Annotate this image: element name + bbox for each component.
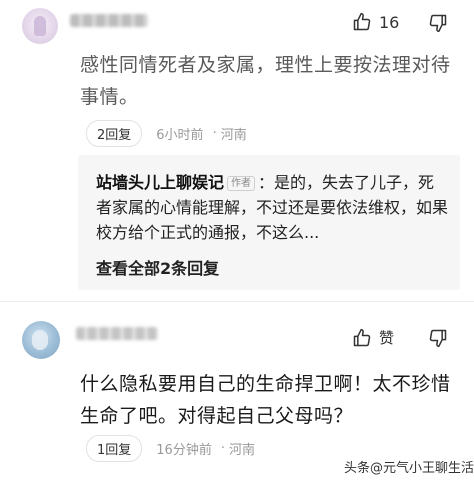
- timestamp: 16分钟前: [156, 443, 212, 458]
- reply-count-button[interactable]: 1回复: [86, 435, 143, 462]
- reply-count-button[interactable]: 2回复: [86, 120, 143, 147]
- thumbs-up-icon: [353, 328, 371, 346]
- avatar[interactable]: [22, 8, 58, 44]
- dislike-button[interactable]: [428, 328, 448, 348]
- username-blurred[interactable]: [70, 14, 148, 27]
- comment-text: 感性同情死者及家属，理性上要按法理对待事情。: [80, 54, 451, 108]
- thumbs-down-icon: [429, 329, 447, 348]
- dislike-button[interactable]: [428, 13, 448, 33]
- reply-author[interactable]: 站墙头儿上聊娱记: [96, 173, 224, 192]
- like-label: 赞: [379, 329, 395, 347]
- timestamp: 6小时前: [156, 128, 204, 143]
- reply-preview[interactable]: 站墙头儿上聊娱记 作者 ：是的，失去了儿子，死者家属的心情能理解，不过还是要依法维权…: [78, 155, 460, 290]
- meta-dot: ·: [212, 126, 217, 141]
- watermark: 头条@元气小王聊生活: [344, 461, 474, 476]
- thumbs-down-icon: [429, 14, 447, 33]
- location: 河南: [228, 443, 255, 458]
- avatar-figure: [34, 16, 46, 36]
- meta-dot: ·: [220, 441, 225, 456]
- avatar-figure: [32, 330, 48, 350]
- comment-text: 什么隐私要用自己的生命捍卫啊！太不珍惜生命了吧。对得起自己父母吗？: [80, 373, 451, 427]
- like-button[interactable]: 赞: [352, 327, 394, 348]
- divider: [0, 301, 474, 302]
- like-button[interactable]: 16: [352, 12, 399, 32]
- location: 河南: [220, 128, 247, 143]
- avatar[interactable]: [22, 321, 60, 359]
- comment-meta: 1回复 16分钟前 · 河南: [86, 435, 255, 462]
- comment-meta: 2回复 6小时前 · 河南: [86, 120, 247, 147]
- view-all-replies-link[interactable]: 查看全部2条回复: [96, 255, 219, 279]
- reply-content: 站墙头儿上聊娱记 作者 ：是的，失去了儿子，死者家属的心情能理解，不过还是要依法维权…: [96, 170, 448, 245]
- like-count: 16: [379, 12, 400, 32]
- username-blurred[interactable]: [76, 327, 158, 340]
- thumbs-up-icon: [353, 12, 371, 31]
- author-badge: 作者: [227, 176, 256, 191]
